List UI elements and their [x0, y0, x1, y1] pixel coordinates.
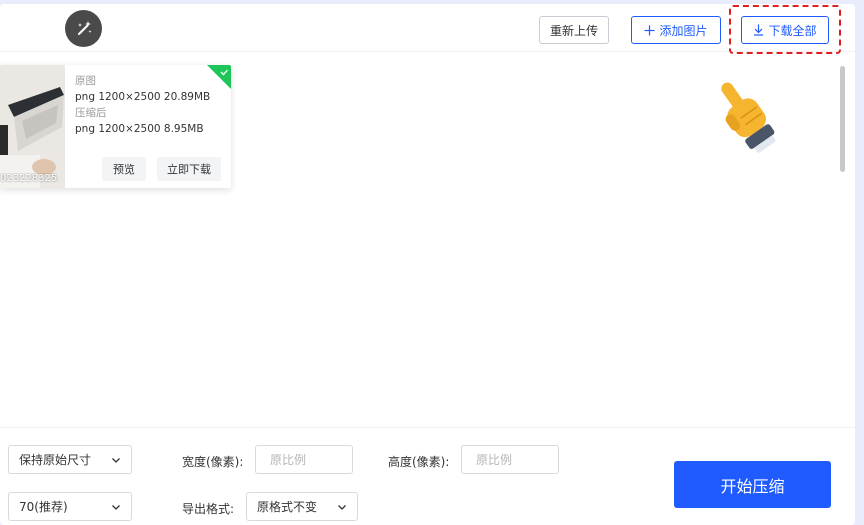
width-input[interactable]: [255, 445, 353, 474]
chevron-down-icon: [112, 457, 120, 463]
download-icon: [754, 24, 764, 36]
download-all-label: 下载全部: [768, 23, 817, 38]
add-image-button[interactable]: 添加图片: [631, 16, 721, 44]
start-compress-label: 开始压缩: [720, 476, 785, 496]
height-input[interactable]: [461, 445, 559, 474]
start-compress-button[interactable]: 开始压缩: [674, 461, 831, 508]
image-card: 023228325 原图 png 1200×2500 20.89MB 压缩后 p…: [0, 65, 231, 188]
check-icon: [207, 65, 231, 89]
laptop-photo-icon: [0, 65, 65, 188]
preview-label: 预览: [113, 163, 135, 176]
thumbnail-caption: 023228325: [0, 173, 58, 184]
image-thumbnail[interactable]: 023228325: [0, 65, 65, 188]
quality-value: 70(推荐): [19, 500, 68, 514]
export-format-select[interactable]: 原格式不变: [246, 492, 358, 521]
compressed-meta: png 1200×2500 8.95MB: [75, 123, 204, 135]
add-image-label: 添加图片: [659, 23, 708, 38]
scrollbar[interactable]: [840, 66, 845, 172]
download-all-button[interactable]: 下载全部: [741, 16, 829, 44]
preview-button[interactable]: 预览: [102, 157, 146, 181]
image-info: 原图 png 1200×2500 20.89MB 压缩后 png 1200×25…: [75, 73, 210, 137]
pointing-hand-icon: [721, 82, 776, 153]
download-now-button[interactable]: 立即下载: [157, 157, 221, 181]
download-now-label: 立即下载: [167, 163, 211, 176]
size-mode-select[interactable]: 保持原始尺寸: [8, 445, 132, 474]
original-label: 原图: [75, 75, 96, 87]
magic-wand-button[interactable]: [65, 10, 102, 47]
plus-icon: [644, 25, 655, 35]
width-label: 宽度(像素):: [182, 455, 244, 469]
compressed-label: 压缩后: [75, 107, 107, 119]
main-panel: 重新上传 添加图片 下载全部 023228325 原图 png 1200×250…: [0, 4, 855, 525]
quality-select[interactable]: 70(推荐): [8, 492, 132, 521]
export-format-value: 原格式不变: [257, 500, 318, 514]
height-label: 高度(像素):: [388, 455, 450, 469]
reupload-button[interactable]: 重新上传: [539, 16, 609, 44]
magic-wand-icon: [77, 20, 91, 35]
chevron-down-icon: [112, 504, 120, 510]
toolbar: 重新上传 添加图片 下载全部: [0, 4, 855, 54]
options-bar: 保持原始尺寸 宽度(像素): 高度(像素): 70(推荐) 导出格式: 原格式不…: [0, 427, 855, 525]
size-mode-value: 保持原始尺寸: [19, 453, 92, 467]
reupload-label: 重新上传: [549, 23, 598, 38]
original-meta: png 1200×2500 20.89MB: [75, 91, 211, 103]
chevron-down-icon: [338, 504, 346, 510]
export-format-label: 导出格式:: [182, 502, 235, 516]
